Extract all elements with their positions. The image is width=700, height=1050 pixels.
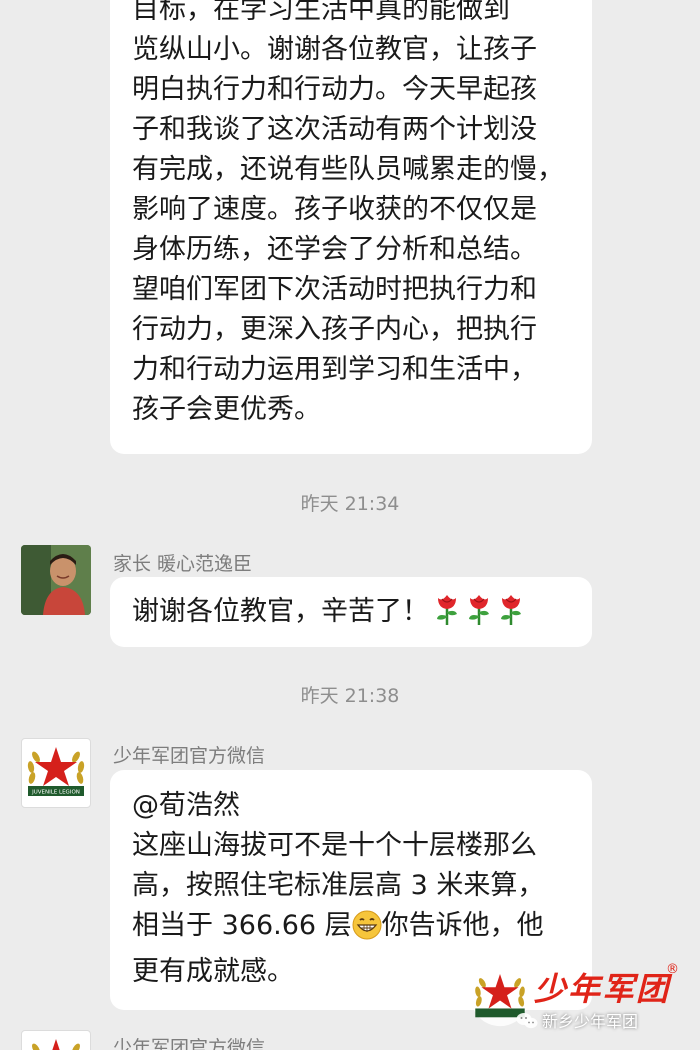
message-line: 这座山海拔可不是十个十层楼那么	[132, 830, 537, 861]
message-line: 有完成，还说有些队员喊累走的慢，	[132, 154, 564, 185]
rose-icon	[433, 592, 461, 638]
sender-name: 家长 暖心范逸臣	[113, 553, 253, 575]
message-line: 明白执行力和行动力。今天早起孩	[132, 74, 537, 105]
chat-view[interactable]: 目标，在学习生活中真的能做到 览纵山小。谢谢各位教官，让孩子 明白执行力和行动力…	[0, 0, 700, 1050]
message-line: 孩子会更优秀。	[132, 394, 321, 425]
message-line: 子和我谈了这次活动有两个计划没	[132, 114, 537, 145]
message-bubble-first[interactable]: 目标，在学习生活中真的能做到 览纵山小。谢谢各位教官，让孩子 明白执行力和行动力…	[110, 0, 592, 454]
message-text: 你告诉他，他	[381, 910, 544, 941]
message-line: 影响了速度。孩子收获的不仅仅是	[132, 194, 537, 225]
wechat-icon	[516, 1013, 538, 1029]
message-line: 身体历练，还学会了分析和总结。	[132, 234, 537, 265]
message-line: 览纵山小。谢谢各位教官，让孩子	[132, 34, 537, 65]
message-line: 高，按照住宅标准层高 3 米来算，	[132, 870, 545, 901]
message-line: 行动力，更深入孩子内心，把执行	[132, 314, 537, 345]
avatar[interactable]	[21, 1030, 91, 1050]
legion-logo-icon: JUVENILE LEGION	[27, 747, 85, 796]
legion-logo-icon	[32, 1039, 80, 1050]
timestamp: 昨天 21:34	[300, 493, 400, 515]
registered-mark: ®	[666, 962, 679, 977]
rose-icon	[497, 592, 525, 638]
sender-name: 少年军团官方微信	[113, 745, 266, 767]
message-text: 相当于 366.66 层	[132, 910, 352, 941]
message-line: 相当于 366.66 层 你告诉他，他	[132, 906, 570, 952]
grin-icon	[352, 910, 382, 952]
mention[interactable]: @荀浩然	[132, 786, 570, 826]
watermark-account: 新乡少年军团	[542, 1012, 639, 1031]
avatar[interactable]: JUVENILE LEGION	[21, 738, 91, 808]
rose-icon	[465, 592, 493, 638]
logo-banner-text: JUVENILE LEGION	[31, 790, 80, 796]
message-bubble-parent[interactable]: 谢谢各位教官，辛苦了！	[110, 577, 592, 647]
watermark: 少年军团 ® 新乡少年军团	[470, 962, 696, 1038]
message-line: 目标，在学习生活中真的能做到	[132, 0, 510, 25]
message-text: 谢谢各位教官，辛苦了！	[132, 596, 429, 627]
message-line: 力和行动力运用到学习和生活中，	[132, 354, 537, 385]
watermark-title: 少年军团	[534, 970, 671, 1008]
sender-name: 少年军团官方微信	[113, 1037, 266, 1050]
message-line: 望咱们军团下次活动时把执行力和	[132, 274, 537, 305]
child-photo-icon	[21, 545, 91, 615]
timestamp: 昨天 21:38	[300, 685, 400, 707]
avatar[interactable]	[21, 545, 91, 615]
